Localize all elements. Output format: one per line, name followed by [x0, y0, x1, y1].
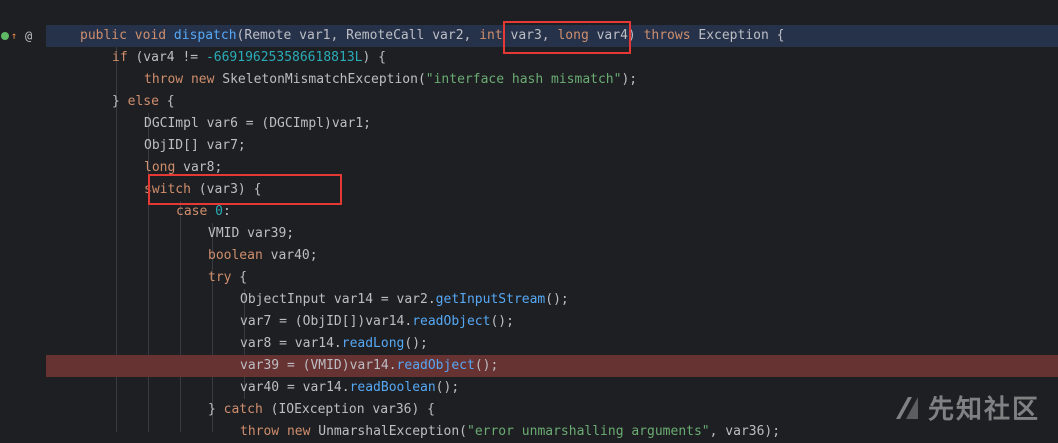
code-token: {: [231, 270, 248, 285]
code-line[interactable]: ObjID[] var7;: [46, 135, 1058, 157]
code-token: getInputStream: [435, 292, 546, 307]
code-token: ();: [545, 292, 569, 307]
code-token: throws: [643, 28, 691, 43]
code-token: ();: [404, 336, 428, 351]
implements-icon[interactable]: [1, 32, 9, 40]
code-token: (IOException var36) {: [262, 402, 435, 417]
code-token: Exception {: [690, 28, 785, 43]
code-token: -669196253586618813L: [205, 50, 363, 65]
code-line[interactable]: VMID var39;: [46, 223, 1058, 245]
code-line[interactable]: var7 = (ObjID[])var14.readObject();: [46, 311, 1058, 333]
code-token: var40;: [262, 248, 318, 263]
annotation-at-icon[interactable]: @: [25, 29, 32, 43]
code-line[interactable]: try {: [46, 267, 1058, 289]
gutter-markers[interactable]: ↑ @: [1, 26, 32, 46]
code-line[interactable]: boolean var40;: [46, 245, 1058, 267]
code-token: else: [127, 94, 159, 109]
code-token: case: [176, 204, 216, 219]
code-line[interactable]: ObjectInput var14 = var2.getInputStream(…: [46, 289, 1058, 311]
code-token: readBoolean: [349, 380, 436, 395]
code-token: var7 = (ObjID[])var14.: [240, 314, 413, 329]
code-token: SkeletonMismatchException(: [214, 72, 426, 87]
code-token: VMID var39;: [208, 226, 295, 241]
code-token: (Remote var1, RemoteCall var2,: [236, 28, 480, 43]
code-token: try: [208, 270, 232, 285]
code-token: var8 = var14.: [240, 336, 342, 351]
watermark-text: 先知社区: [927, 395, 1040, 425]
code-token: public void: [80, 28, 174, 43]
code-token: throw new: [144, 72, 215, 87]
highlight-box-switch: [148, 174, 342, 205]
watermark: 先知社区: [892, 389, 1040, 426]
code-line[interactable]: DGCImpl var6 = (DGCImpl)var1;: [46, 113, 1058, 135]
code-token: ) {: [362, 50, 386, 65]
code-line[interactable]: var39 = (VMID)var14.readObject();: [46, 355, 1058, 377]
code-token: long: [144, 160, 176, 175]
code-token: {: [158, 94, 175, 109]
code-token: int: [479, 28, 503, 43]
code-token: if: [112, 50, 128, 65]
code-token: }: [208, 402, 224, 417]
code-token: );: [621, 72, 638, 87]
xianzhi-logo-icon: [895, 396, 918, 419]
code-token: ();: [474, 358, 499, 373]
code-token: ObjID[] var7;: [144, 138, 246, 153]
code-line[interactable]: throw new SkeletonMismatchException("int…: [46, 69, 1058, 91]
highlight-box-params: [503, 21, 631, 54]
code-editor[interactable]: public void dispatch(Remote var1, Remote…: [46, 0, 1058, 439]
code-token: ();: [435, 380, 460, 395]
override-arrow-icon[interactable]: ↑: [11, 31, 17, 42]
code-token: catch: [223, 402, 263, 417]
editor-gutter: ↑ @: [0, 0, 46, 432]
code-token: :: [222, 204, 231, 219]
code-line[interactable]: var8 = var14.readLong();: [46, 333, 1058, 355]
code-line[interactable]: } else {: [46, 91, 1058, 113]
code-token: boolean: [208, 248, 263, 263]
code-token: var40 = var14.: [240, 380, 350, 395]
code-token: DGCImpl var6 = (DGCImpl)var1;: [144, 116, 371, 131]
code-token: var8;: [175, 160, 223, 175]
code-token: }: [112, 94, 128, 109]
code-token: readObject: [412, 314, 491, 329]
code-token: ();: [490, 314, 514, 329]
code-token: (var4 !=: [127, 50, 206, 65]
code-token: readObject: [396, 358, 475, 373]
code-token: var39 = (VMID)var14.: [240, 358, 397, 373]
code-token: readLong: [341, 336, 405, 351]
code-token: dispatch: [173, 28, 237, 43]
code-token: ObjectInput var14 = var2.: [240, 292, 436, 307]
code-token: 0: [215, 204, 223, 219]
code-token: "interface hash mismatch": [425, 72, 622, 87]
